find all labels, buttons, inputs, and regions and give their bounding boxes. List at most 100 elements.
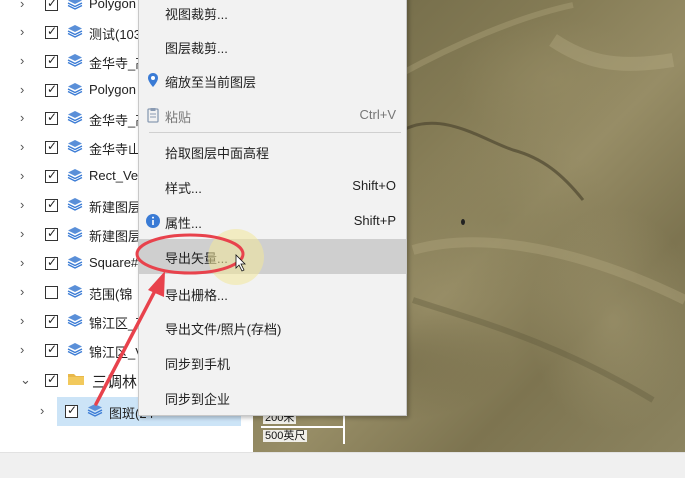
check-icon: ✓ [47,372,58,386]
menu-item-export-raster[interactable]: 导出栅格... [139,276,406,311]
layers-icon [67,83,83,96]
layer-label: 新建图层 [89,200,142,215]
chevron-right-icon[interactable]: › [20,169,30,183]
chevron-down-icon[interactable]: ⌄ [20,373,31,387]
menu-item-label: 导出矢量... [165,251,228,266]
layer-checkbox[interactable]: ✓ [45,226,58,241]
menu-item-shortcut: Shift+O [352,178,396,193]
menu-item-label: 样式... [165,181,202,196]
layers-icon [67,314,83,327]
menu-item-label: 图层裁剪... [165,41,228,56]
layer-checkbox[interactable]: ✓ [45,342,58,357]
scale-label-feet: 500英尺 [263,430,308,442]
menu-item-label: 缩放至当前图层 [165,75,257,90]
chevron-right-icon[interactable]: › [20,285,30,299]
menu-item-style[interactable]: 样式... Shift+O [139,169,406,204]
menu-item-label: 视图裁剪... [165,7,228,22]
chevron-right-icon[interactable]: › [20,111,30,125]
menu-item-label: 属性... [165,216,202,231]
layer-label: 新建图层 [89,229,142,244]
check-icon: ✓ [47,139,58,153]
menu-item-export-vector[interactable]: 导出矢量... [139,239,406,274]
menu-item-view-clip[interactable]: 视图裁剪... [139,0,406,30]
chevron-right-icon[interactable]: › [20,25,30,39]
menu-item-shortcut: Shift+P [353,213,396,228]
menu-item-label: 同步到手机 [165,357,231,372]
status-bar [0,452,685,478]
check-icon: ✓ [47,342,58,356]
layers-icon [67,198,83,211]
layer-checkbox[interactable]: ✓ [45,53,58,68]
layers-icon [67,140,83,153]
menu-item-label: 导出文件/照片(存档) [165,322,282,337]
chevron-right-icon[interactable]: › [20,0,30,11]
layer-checkbox[interactable]: ✓ [65,403,78,418]
layer-label: Square# [89,255,139,270]
layer-checkbox[interactable] [45,286,58,299]
check-icon: ✓ [47,0,58,10]
layer-label: Polygon [89,82,136,97]
layers-icon [67,343,83,356]
menu-item-paste[interactable]: 粘贴 Ctrl+V [139,98,406,133]
layer-checkbox[interactable]: ✓ [45,0,58,11]
layers-icon [67,169,83,182]
menu-item-layer-clip[interactable]: 图层裁剪... [139,29,406,64]
chevron-right-icon[interactable]: › [40,404,50,418]
check-icon: ✓ [47,168,58,182]
layers-icon [67,285,83,298]
chevron-right-icon[interactable]: › [20,54,30,68]
layers-icon [67,0,83,10]
layer-checkbox[interactable]: ✓ [45,197,58,212]
menu-item-label: 导出栅格... [165,288,228,303]
map-scale-bar: 200米 500英尺 [261,412,351,448]
check-icon: ✓ [47,313,58,327]
check-icon: ✓ [47,255,58,269]
check-icon: ✓ [47,110,58,124]
chevron-right-icon[interactable]: › [20,198,30,212]
menu-item-shortcut: Ctrl+V [359,107,396,122]
layers-icon [67,25,83,38]
layer-checkbox[interactable]: ✓ [45,168,58,183]
menu-separator [149,132,401,133]
menu-item-pick-elevation[interactable]: 拾取图层中面高程 [139,134,406,169]
menu-item-sync-phone[interactable]: 同步到手机 [139,345,406,380]
chevron-right-icon[interactable]: › [20,314,30,328]
check-icon: ✓ [47,53,58,67]
menu-item-export-file[interactable]: 导出文件/照片(存档) [139,310,406,345]
menu-item-zoom-to-layer[interactable]: 缩放至当前图层 [139,63,406,98]
layers-icon [87,404,103,417]
chevron-right-icon[interactable]: › [20,227,30,241]
check-icon: ✓ [47,82,58,96]
layers-icon [67,54,83,67]
menu-item-label: 拾取图层中面高程 [165,146,270,161]
menu-item-sync-enterprise[interactable]: 同步到企业 [139,380,406,415]
layer-checkbox[interactable]: ✓ [45,82,58,97]
layer-label: 测试(103 [89,27,142,42]
layer-checkbox[interactable]: ✓ [45,255,58,270]
layer-label: 锦江区_V [89,345,144,360]
chevron-right-icon[interactable]: › [20,256,30,270]
layers-icon [67,227,83,240]
info-icon [146,214,160,228]
layer-label: 金华寺山 [89,142,142,157]
layer-label: 范围(锦 [89,287,133,302]
folder-icon [68,374,84,385]
folder-label: 三调林 [92,374,138,391]
menu-item-properties[interactable]: 属性... Shift+P [139,204,406,239]
layers-icon [67,256,83,269]
layer-label: Polygon [89,0,136,11]
check-icon: ✓ [47,226,58,240]
layer-checkbox[interactable]: ✓ [45,110,58,125]
layer-checkbox[interactable]: ✓ [45,139,58,154]
chevron-right-icon[interactable]: › [20,140,30,154]
location-pin-icon [148,73,158,87]
chevron-right-icon[interactable]: › [20,83,30,97]
menu-item-label: 同步到企业 [165,392,231,407]
layer-checkbox[interactable]: ✓ [45,313,58,328]
check-icon: ✓ [67,403,78,417]
chevron-right-icon[interactable]: › [20,343,30,357]
layer-checkbox[interactable]: ✓ [45,24,58,39]
context-menu: 视图裁剪... 图层裁剪... 缩放至当前图层 粘贴 Ctrl+V 拾取图层中面… [138,0,407,416]
folder-checkbox[interactable]: ✓ [45,372,58,387]
check-icon: ✓ [47,197,58,211]
